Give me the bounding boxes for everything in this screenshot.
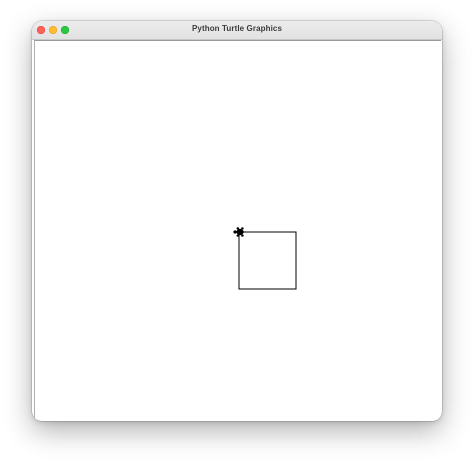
turtle-icon bbox=[233, 227, 248, 237]
turtle-window: Python Turtle Graphics bbox=[32, 21, 442, 421]
title-bar[interactable]: Python Turtle Graphics bbox=[32, 21, 442, 40]
drawing-surface bbox=[233, 227, 297, 290]
window-title: Python Turtle Graphics bbox=[191, 24, 283, 33]
drawn-square bbox=[238, 231, 297, 290]
turtle-canvas[interactable] bbox=[34, 40, 441, 420]
